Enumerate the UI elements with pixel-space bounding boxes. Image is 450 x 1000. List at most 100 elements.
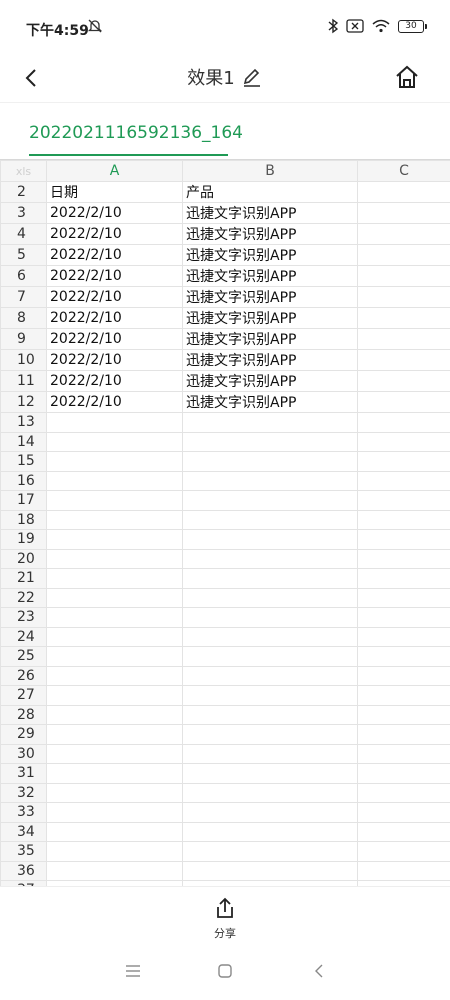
- cell-b[interactable]: 迅捷文字识别APP: [182, 202, 358, 224]
- row-number[interactable]: 8: [0, 307, 47, 329]
- row-number[interactable]: 16: [0, 470, 47, 491]
- cell-c[interactable]: [357, 529, 450, 550]
- cell-c[interactable]: [357, 181, 450, 203]
- share-button[interactable]: 分享: [205, 895, 245, 941]
- cell-b[interactable]: 迅捷文字识别APP: [182, 307, 358, 329]
- cell-a[interactable]: [46, 782, 183, 803]
- cell-b[interactable]: [182, 704, 358, 725]
- row-number[interactable]: 34: [0, 821, 47, 842]
- cell-c[interactable]: [357, 286, 450, 308]
- cell-b[interactable]: 迅捷文字识别APP: [182, 370, 358, 392]
- cell-c[interactable]: [357, 860, 450, 881]
- home-square-icon[interactable]: [218, 964, 232, 978]
- cell-c[interactable]: [357, 370, 450, 392]
- row-number[interactable]: 10: [0, 349, 47, 371]
- cell-b[interactable]: [182, 821, 358, 842]
- cell-b[interactable]: [182, 470, 358, 491]
- cell-c[interactable]: [357, 782, 450, 803]
- cell-c[interactable]: [357, 841, 450, 862]
- row-number[interactable]: 11: [0, 370, 47, 392]
- row-number[interactable]: 15: [0, 451, 47, 472]
- cell-c[interactable]: [357, 607, 450, 628]
- cell-b[interactable]: [182, 724, 358, 745]
- cell-a[interactable]: 2022/2/10: [46, 265, 183, 287]
- cell-a[interactable]: 2022/2/10: [46, 328, 183, 350]
- cell-c[interactable]: [357, 431, 450, 452]
- row-number[interactable]: 29: [0, 724, 47, 745]
- row-number[interactable]: 7: [0, 286, 47, 308]
- cell-a[interactable]: 2022/2/10: [46, 223, 183, 245]
- cell-b[interactable]: [182, 646, 358, 667]
- cell-a[interactable]: [46, 587, 183, 608]
- row-number[interactable]: 35: [0, 841, 47, 862]
- cell-a[interactable]: [46, 451, 183, 472]
- cell-a[interactable]: [46, 802, 183, 823]
- cell-a[interactable]: [46, 548, 183, 569]
- cell-a[interactable]: 2022/2/10: [46, 202, 183, 224]
- cell-a[interactable]: [46, 412, 183, 433]
- row-number[interactable]: 30: [0, 743, 47, 764]
- cell-b[interactable]: 迅捷文字识别APP: [182, 391, 358, 413]
- cell-b[interactable]: [182, 509, 358, 530]
- cell-a[interactable]: [46, 470, 183, 491]
- cell-c[interactable]: [357, 349, 450, 371]
- cell-c[interactable]: [357, 328, 450, 350]
- row-number[interactable]: 22: [0, 587, 47, 608]
- edit-icon[interactable]: [241, 66, 263, 88]
- cell-a[interactable]: [46, 626, 183, 647]
- cell-c[interactable]: [357, 626, 450, 647]
- cell-c[interactable]: [357, 568, 450, 589]
- cell-a[interactable]: [46, 529, 183, 550]
- cell-c[interactable]: [357, 665, 450, 686]
- cell-b[interactable]: [182, 529, 358, 550]
- row-number[interactable]: 33: [0, 802, 47, 823]
- cell-a[interactable]: [46, 490, 183, 511]
- cell-a[interactable]: [46, 509, 183, 530]
- row-number[interactable]: 28: [0, 704, 47, 725]
- row-number[interactable]: 13: [0, 412, 47, 433]
- cell-c[interactable]: [357, 587, 450, 608]
- row-number[interactable]: 14: [0, 431, 47, 452]
- cell-b[interactable]: [182, 802, 358, 823]
- row-number[interactable]: 9: [0, 328, 47, 350]
- row-number[interactable]: 21: [0, 568, 47, 589]
- row-number[interactable]: 18: [0, 509, 47, 530]
- cell-c[interactable]: [357, 724, 450, 745]
- cell-b[interactable]: [182, 860, 358, 881]
- row-number[interactable]: 5: [0, 244, 47, 266]
- cell-c[interactable]: [357, 821, 450, 842]
- cell-a[interactable]: 2022/2/10: [46, 391, 183, 413]
- cell-b[interactable]: 迅捷文字识别APP: [182, 286, 358, 308]
- cell-a[interactable]: [46, 607, 183, 628]
- cell-c[interactable]: [357, 509, 450, 530]
- cell-b[interactable]: 迅捷文字识别APP: [182, 223, 358, 245]
- cell-a[interactable]: [46, 763, 183, 784]
- column-header-b[interactable]: B: [182, 160, 358, 182]
- row-number[interactable]: 24: [0, 626, 47, 647]
- cell-c[interactable]: [357, 470, 450, 491]
- back-triangle-icon[interactable]: [313, 964, 325, 978]
- row-number[interactable]: 25: [0, 646, 47, 667]
- cell-a[interactable]: 日期: [46, 181, 183, 203]
- cell-a[interactable]: [46, 646, 183, 667]
- cell-b[interactable]: 产品: [182, 181, 358, 203]
- cell-c[interactable]: [357, 223, 450, 245]
- row-number[interactable]: 19: [0, 529, 47, 550]
- cell-c[interactable]: [357, 265, 450, 287]
- cell-c[interactable]: [357, 704, 450, 725]
- cell-a[interactable]: [46, 724, 183, 745]
- row-number[interactable]: 2: [0, 181, 47, 203]
- row-number[interactable]: 20: [0, 548, 47, 569]
- cell-b[interactable]: 迅捷文字识别APP: [182, 265, 358, 287]
- cell-b[interactable]: 迅捷文字识别APP: [182, 244, 358, 266]
- cell-b[interactable]: [182, 490, 358, 511]
- row-number[interactable]: 26: [0, 665, 47, 686]
- row-number[interactable]: 6: [0, 265, 47, 287]
- row-number[interactable]: 32: [0, 782, 47, 803]
- cell-b[interactable]: [182, 548, 358, 569]
- cell-c[interactable]: [357, 202, 450, 224]
- cell-b[interactable]: [182, 685, 358, 706]
- cell-b[interactable]: 迅捷文字识别APP: [182, 349, 358, 371]
- row-number[interactable]: 17: [0, 490, 47, 511]
- row-number[interactable]: 4: [0, 223, 47, 245]
